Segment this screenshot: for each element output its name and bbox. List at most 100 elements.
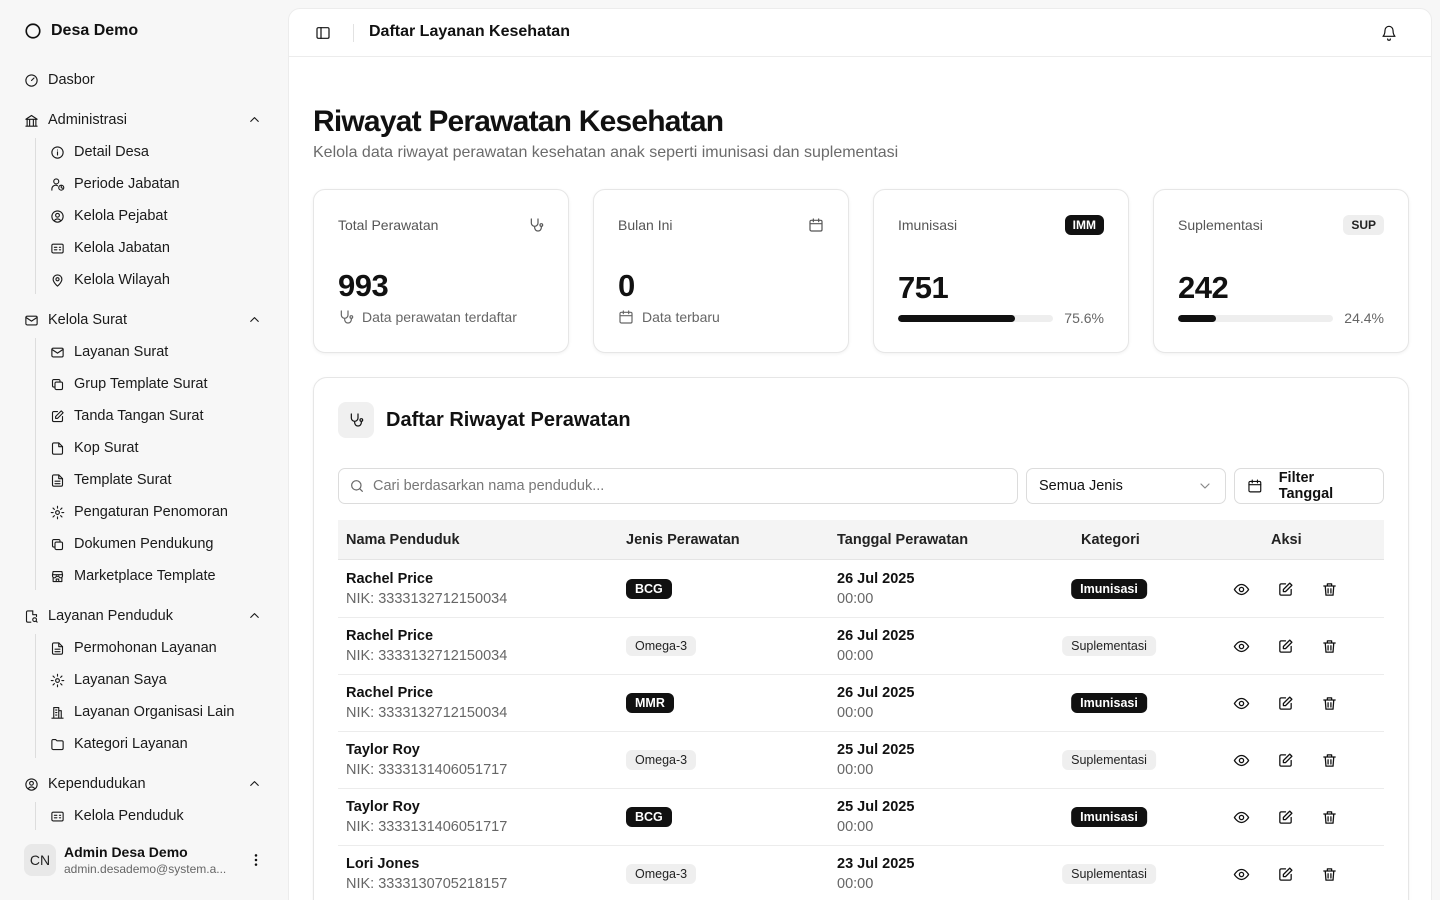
sidebar-item-grup-template-surat[interactable]: Grup Template Surat	[50, 370, 264, 398]
column-header[interactable]: Tanggal Perawatan	[837, 532, 968, 548]
view-button[interactable]	[1233, 866, 1250, 883]
view-button[interactable]	[1233, 638, 1250, 655]
stat-badge: SUP	[1343, 215, 1384, 235]
column-header[interactable]: Jenis Perawatan	[626, 532, 740, 548]
chevron-up-icon	[250, 613, 259, 618]
edit-button[interactable]	[1277, 809, 1294, 826]
chevron-up-icon	[250, 317, 259, 322]
category-badge: Imunisasi	[1071, 807, 1147, 827]
nav-group-layanan-penduduk[interactable]: Layanan Penduduk	[24, 602, 264, 630]
table-row: Taylor Roy NIK: 3333131406051717 BCG 25 Jul…	[338, 789, 1384, 846]
progress-percent: 75.6%	[1064, 310, 1104, 326]
type-select[interactable]: Semua Jenis	[1026, 468, 1226, 504]
edit-button[interactable]	[1277, 866, 1294, 883]
treatment-time: 00:00	[837, 819, 874, 835]
brand[interactable]: Desa Demo	[24, 22, 138, 40]
sidebar-item-layanan-organisasi-lain[interactable]: Layanan Organisasi Lain	[50, 698, 264, 726]
stat-badge: IMM	[1064, 215, 1104, 235]
more-vertical-icon[interactable]	[248, 852, 264, 868]
delete-button[interactable]	[1321, 638, 1338, 655]
edit-button[interactable]	[1277, 695, 1294, 712]
resident-name: Lori Jones	[346, 856, 420, 872]
sidebar-item-template-surat[interactable]: Template Surat	[50, 466, 264, 494]
resident-nik: NIK: 3333132712150034	[346, 648, 508, 664]
resident-nik: NIK: 3333131406051717	[346, 819, 508, 835]
sidebar-item-permohonan-layanan[interactable]: Permohonan Layanan	[50, 634, 264, 662]
edit-button[interactable]	[1277, 581, 1294, 598]
nav-dashboard[interactable]: Dasbor	[24, 66, 264, 94]
view-button[interactable]	[1233, 581, 1250, 598]
resident-name: Rachel Price	[346, 571, 434, 587]
edit-icon	[1279, 810, 1293, 824]
records-panel: Daftar Riwayat Perawatan Semua Jenis Fil…	[313, 377, 1409, 900]
sidebar-item-layanan-saya[interactable]: Layanan Saya	[50, 666, 264, 694]
treatment-date: 26 Jul 2025	[837, 628, 915, 644]
resident-nik: NIK: 3333131406051717	[346, 762, 508, 778]
sidebar-item-kelola-jabatan[interactable]: Kelola Jabatan	[50, 234, 264, 262]
topbar-divider	[353, 24, 354, 42]
nav-group-administrasi[interactable]: Administrasi	[24, 106, 264, 134]
page-header-title: Daftar Layanan Kesehatan	[369, 23, 570, 40]
stethoscope-icon	[350, 413, 364, 427]
file-icon	[51, 441, 64, 455]
delete-button[interactable]	[1321, 581, 1338, 598]
sidebar-item-kop-surat[interactable]: Kop Surat	[50, 434, 264, 462]
nav-group-kependudukan[interactable]: Kependudukan	[24, 770, 264, 798]
delete-button[interactable]	[1321, 866, 1338, 883]
sidebar-item-detail-desa[interactable]: Detail Desa	[50, 138, 264, 166]
sidebar-item-pengaturan-penomoran[interactable]: Pengaturan Penomoran	[50, 498, 264, 526]
user-profile[interactable]: CN Admin Desa Demo admin.desademo@system…	[24, 840, 272, 880]
nav-group-label: Administrasi	[48, 112, 127, 128]
category-badge: Suplementasi	[1062, 750, 1156, 770]
sidebar-item-periode-jabatan[interactable]: Periode Jabatan	[50, 170, 264, 198]
edit-icon	[1279, 753, 1293, 767]
sidebar-item-marketplace-template[interactable]: Marketplace Template	[50, 562, 264, 590]
building-icon	[51, 706, 64, 719]
file-text-icon	[51, 641, 64, 655]
date-filter-button[interactable]: Filter Tanggal	[1234, 468, 1384, 504]
column-header[interactable]: Kategori	[1081, 532, 1140, 548]
table-header: Nama Penduduk Jenis Perawatan Tanggal Pe…	[338, 520, 1384, 560]
sidebar-item-kelola-wilayah[interactable]: Kelola Wilayah	[50, 266, 264, 294]
sidebar-item-tanda-tangan-surat[interactable]: Tanda Tangan Surat	[50, 402, 264, 430]
view-button[interactable]	[1233, 809, 1250, 826]
trash-icon	[1323, 583, 1336, 596]
sidebar-item-layanan-surat[interactable]: Layanan Surat	[50, 338, 264, 366]
sidebar-item-kelola-pejabat[interactable]: Kelola Pejabat	[50, 202, 264, 230]
view-button[interactable]	[1233, 752, 1250, 769]
chevron-down-icon	[1200, 483, 1210, 489]
column-header[interactable]: Nama Penduduk	[346, 532, 460, 548]
treatment-time: 00:00	[837, 591, 874, 607]
stat-note-text: Data perawatan terdaftar	[362, 309, 517, 325]
bell-icon[interactable]	[1381, 25, 1397, 41]
delete-button[interactable]	[1321, 809, 1338, 826]
resident-name: Taylor Roy	[346, 742, 420, 758]
view-button[interactable]	[1233, 695, 1250, 712]
sidebar-item-kelola-penduduk[interactable]: Kelola Penduduk	[50, 802, 264, 830]
table-row: Rachel Price NIK: 3333132712150034 Omega-3…	[338, 618, 1384, 675]
edit-button[interactable]	[1277, 638, 1294, 655]
search-box[interactable]	[338, 468, 1018, 504]
sidebar-item-kategori-layanan[interactable]: Kategori Layanan	[50, 730, 264, 758]
sidebar-item-label: Kategori Layanan	[74, 736, 188, 752]
eye-icon	[1233, 697, 1250, 710]
type-select-value: Semua Jenis	[1039, 478, 1123, 494]
stat-value: 751	[898, 270, 949, 305]
sidebar-toggle-icon[interactable]	[315, 25, 331, 41]
sidebar-item-dokumen-pendukung[interactable]: Dokumen Pendukung	[50, 530, 264, 558]
table-row: Lori Jones NIK: 3333130705218157 Omega-3 23…	[338, 846, 1384, 900]
calendar-icon	[1248, 479, 1262, 493]
edit-button[interactable]	[1277, 752, 1294, 769]
delete-button[interactable]	[1321, 752, 1338, 769]
gauge-icon	[25, 73, 38, 87]
table-row: Rachel Price NIK: 3333132712150034 BCG 26 J…	[338, 561, 1384, 618]
delete-button[interactable]	[1321, 695, 1338, 712]
edit-icon	[1279, 639, 1293, 653]
folder-icon	[51, 738, 64, 750]
search-input[interactable]	[373, 478, 973, 494]
submenu-line	[35, 138, 36, 294]
treatment-time: 00:00	[837, 648, 874, 664]
nav-group-kelola-surat[interactable]: Kelola Surat	[24, 306, 264, 334]
column-header: Aksi	[1271, 532, 1302, 548]
stat-value: 242	[1178, 270, 1229, 305]
